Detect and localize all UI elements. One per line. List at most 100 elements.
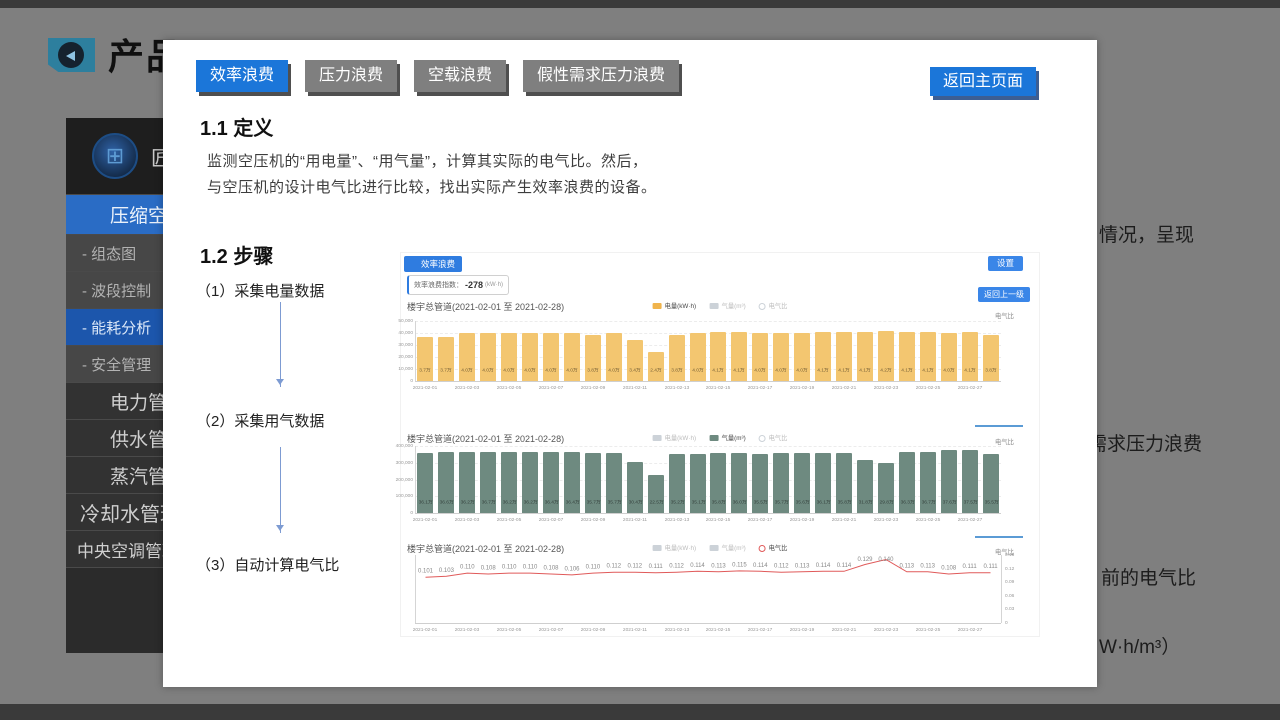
x-axis-tick-label: 2021-02-03 [455,628,480,633]
back-to-main-button[interactable]: 返回主页面 [930,67,1036,96]
x-axis-tick-label: 2021-02-11 [623,386,647,391]
bar-value-label: 35.2万 [670,498,683,505]
svg-text:0.112: 0.112 [628,564,643,570]
svg-text:0.140: 0.140 [878,557,894,563]
svg-text:0.111: 0.111 [983,564,998,570]
bar-value-label: 4.0万 [775,366,788,373]
svg-text:0.110: 0.110 [460,565,475,571]
x-axis-tick-label: 2021-02-07 [539,386,564,391]
bar-value-label: 36.3万 [900,498,913,505]
bar-value-label: 4.0万 [524,366,537,373]
background-text-fragment: W·h/m³） [1099,632,1180,659]
legend-label: 电量(kW·h) [665,434,697,443]
y-axis-line [415,446,416,513]
bar-value-label: 36.2万 [524,498,537,505]
background-text-fragment: 需求压力浪费 [1088,429,1202,456]
gridline [415,513,1001,514]
x-axis-tick-label: 2021-02-05 [497,518,522,523]
chart-legend: 电量(kW·h)气量(m³)电气比 [653,543,790,553]
y-axis-tick-label: 400,000 [392,444,413,449]
bar-value-label: 36.4万 [566,498,579,505]
legend-circle-swatch [758,435,765,442]
stat-unit: (kW·h) [485,282,503,288]
y-axis-tick-label: 30,000 [392,343,413,348]
definition-line-1: 监测空压机的“用电量”、“用气量”，计算其实际的电气比。然后， [207,150,647,171]
bar-value-label: 35.5万 [754,498,767,505]
svg-text:0.110: 0.110 [586,565,601,571]
bar-value-label: 3.8万 [670,366,683,373]
legend-item: 电气比 [758,301,789,311]
svg-text:0.112: 0.112 [607,564,622,570]
legend-item: 气量(m³) [710,433,749,443]
slide: 产品 ⊞ 匠 压缩空气- 组态图- 波段控制- 能耗分析- 安全管理电力管理供水… [0,0,1280,720]
x-axis-tick-label: 2021-02-17 [748,386,773,391]
bar-value-label: 4.1万 [859,366,872,373]
bar [501,333,517,381]
legend-label: 电气比 [768,434,787,443]
bar [899,332,915,381]
svg-text:0.115: 0.115 [732,562,747,568]
legend-rect-swatch [710,303,719,309]
step-1: （1）采集电量数据 [196,280,324,301]
bar [627,340,643,381]
bar-value-label: 4.1万 [817,366,830,373]
bar-value-label: 3.8万 [586,366,599,373]
bar [857,460,873,513]
svg-text:0.113: 0.113 [920,563,935,569]
tab-active[interactable]: 效率浪费 [196,60,288,92]
y-axis-tick-label: 50,000 [392,319,413,324]
right-axis-tick-label: 0.15 [1005,553,1024,558]
bar-value-label: 36.0万 [733,498,746,505]
legend-rect-swatch [653,545,662,551]
bar-value-label: 35.7万 [607,498,620,505]
top-letterbox [0,0,1280,8]
waste-index-box: 效率浪费指数： -278 (kW·h) [407,275,509,295]
y-axis-tick-label: 0 [392,511,413,516]
x-axis-tick-label: 2021-02-27 [957,628,982,633]
legend-rect-swatch [653,435,662,441]
bar-value-label: 36.6万 [440,498,453,505]
bar-value-label: 4.0万 [461,366,474,373]
back-arrow-icon[interactable] [48,38,95,72]
x-axis-tick-label: 2021-02-15 [706,386,731,391]
bar-value-label: 22.5万 [649,498,662,505]
stat-label: 效率浪费指数： [414,280,463,290]
x-axis-tick-label: 2021-02-25 [915,628,940,633]
x-axis-tick-label: 2021-02-03 [455,386,480,391]
bar [480,333,496,381]
legend-label: 气量(m³) [722,544,746,553]
x-axis-tick-label: 2021-02-21 [832,386,857,391]
legend-label: 电气比 [768,302,787,311]
x-axis-tick-label: 2021-02-21 [832,518,857,523]
tab-inactive[interactable]: 压力浪费 [305,60,397,92]
tab-inactive[interactable]: 空载浪费 [414,60,506,92]
definition-line-2: 与空压机的设计电气比进行比较，找出实际产生效率浪费的设备。 [207,176,657,197]
svg-text:0.129: 0.129 [857,557,873,563]
bar [710,332,726,381]
bar [941,333,957,381]
section-heading-definition: 1.1 定义 [200,112,273,141]
bar [606,333,622,381]
x-axis-tick-label: 2021-02-07 [539,628,564,633]
bar-value-label: 4.0万 [691,366,704,373]
bar-value-label: 4.1万 [963,366,976,373]
chart-plot: 50,00040,00030,00020,00010,00003.7万3.7万4… [415,321,1001,381]
bar [522,333,538,381]
bar [815,332,831,381]
bar [627,462,643,513]
y-axis-line [415,321,416,381]
svg-text:0.108: 0.108 [941,566,957,572]
svg-text:0.106: 0.106 [564,566,580,572]
stat-value: -278 [465,280,483,290]
tab-inactive[interactable]: 假性需求压力浪费 [523,60,679,92]
bottom-letterbox [0,704,1280,720]
right-axis-tick-label: 0.03 [1005,607,1024,612]
bar [564,333,580,381]
x-axis-tick-label: 2021-02-15 [706,518,731,523]
legend-item: 电气比 [758,433,789,443]
x-axis-tick-label: 2021-02-17 [748,518,773,523]
ratio-line-svg: 0.1010.1030.1100.1080.1100.1100.1080.106… [415,555,1001,623]
bar-value-label: 31.8万 [859,498,872,505]
x-axis-tick-label: 2021-02-13 [664,628,689,633]
y-axis-tick-label: 300,000 [392,460,413,465]
